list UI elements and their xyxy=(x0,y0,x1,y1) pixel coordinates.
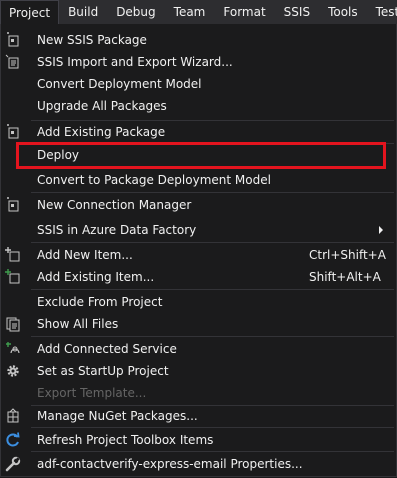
menubar-tools[interactable]: Tools xyxy=(319,0,367,24)
menu-item-label: Refresh Project Toolbox Items xyxy=(37,433,214,447)
menu-item-project-properties[interactable]: adf-contactverify-express-email Properti… xyxy=(1,453,396,475)
menu-item-label: Add New Item... xyxy=(37,248,133,262)
menu-separator xyxy=(31,192,394,193)
refresh-icon xyxy=(6,432,20,447)
project-dropdown-menu: New SSIS Package SSIS Import and Export … xyxy=(0,24,397,477)
menu-item-new-connection-manager[interactable]: New Connection Manager xyxy=(1,194,396,216)
show-all-files-icon xyxy=(6,317,20,332)
gear-icon xyxy=(7,365,19,377)
menu-item-label: Show All Files xyxy=(37,317,119,331)
deploy-highlight-box xyxy=(16,142,386,169)
menu-separator xyxy=(31,336,394,337)
menu-separator xyxy=(31,427,394,428)
menu-item-exclude-from-project[interactable]: Exclude From Project xyxy=(1,291,396,313)
connection-manager-icon xyxy=(7,197,19,212)
menu-item-label: Exclude From Project xyxy=(37,295,163,309)
menu-item-add-connected-service[interactable]: Add Connected Service xyxy=(1,338,396,360)
menu-separator xyxy=(31,289,394,290)
submenu-arrow-icon xyxy=(379,226,383,234)
menu-item-label: Add Connected Service xyxy=(37,342,177,356)
menubar-team[interactable]: Team xyxy=(165,0,215,24)
menu-item-label: Add Existing Item... xyxy=(37,270,155,284)
menu-separator xyxy=(31,242,394,243)
menubar-test[interactable]: Test xyxy=(367,0,397,24)
menubar-format[interactable]: Format xyxy=(214,0,274,24)
menu-item-refresh-project-toolbox-items[interactable]: Refresh Project Toolbox Items xyxy=(1,429,396,451)
ssis-package-icon xyxy=(7,32,19,47)
menu-item-add-existing-package[interactable]: Add Existing Package xyxy=(1,121,396,143)
menu-item-label: Manage NuGet Packages... xyxy=(37,409,198,423)
menu-item-label: SSIS in Azure Data Factory xyxy=(37,223,197,237)
menu-item-upgrade-all-packages[interactable]: Upgrade All Packages xyxy=(1,95,396,117)
menu-item-label: Add Existing Package xyxy=(37,125,166,139)
ssis-wizard-icon xyxy=(5,54,19,69)
menubar-project[interactable]: Project xyxy=(0,0,60,24)
menu-bar: Project Build Debug Team Format SSIS Too… xyxy=(0,0,397,24)
menu-item-convert-to-package-deployment-model[interactable]: Convert to Package Deployment Model xyxy=(1,169,396,191)
menubar-build[interactable]: Build xyxy=(59,0,107,24)
menu-item-label: New Connection Manager xyxy=(37,198,192,212)
menu-item-label: adf-contactverify-express-email Properti… xyxy=(37,457,303,471)
menu-item-manage-nuget-packages[interactable]: Manage NuGet Packages... xyxy=(1,405,396,427)
menu-item-label: Upgrade All Packages xyxy=(37,99,167,113)
menu-item-show-all-files[interactable]: Show All Files xyxy=(1,313,396,335)
menu-item-shortcut: Ctrl+Shift+A xyxy=(309,248,386,262)
add-existing-item-icon xyxy=(5,269,20,284)
menu-item-add-new-item[interactable]: Add New Item... Ctrl+Shift+A xyxy=(1,244,396,266)
menu-item-new-ssis-package[interactable]: New SSIS Package xyxy=(1,29,396,51)
connected-service-icon xyxy=(6,342,20,354)
menu-item-label: Convert Deployment Model xyxy=(37,77,202,91)
menu-item-set-as-startup-project[interactable]: Set as StartUp Project xyxy=(1,360,396,382)
menu-item-shortcut: Shift+Alt+A xyxy=(309,270,381,284)
menu-item-ssis-in-azure-data-factory[interactable]: SSIS in Azure Data Factory xyxy=(1,219,396,241)
wrench-icon xyxy=(5,456,21,472)
menu-item-convert-deployment-model[interactable]: Convert Deployment Model xyxy=(1,73,396,95)
add-new-item-icon xyxy=(5,247,20,262)
menu-item-export-template: Export Template... xyxy=(1,382,396,404)
ssis-package-icon xyxy=(7,124,19,139)
menu-item-label: SSIS Import and Export Wizard... xyxy=(37,55,233,69)
menubar-ssis[interactable]: SSIS xyxy=(275,0,319,24)
nuget-icon xyxy=(7,408,19,423)
menu-item-label: Export Template... xyxy=(37,386,147,400)
menu-item-ssis-import-export-wizard[interactable]: SSIS Import and Export Wizard... xyxy=(1,51,396,73)
menu-item-label: New SSIS Package xyxy=(37,33,147,47)
menu-separator xyxy=(31,451,394,452)
menu-item-add-existing-item[interactable]: Add Existing Item... Shift+Alt+A xyxy=(1,266,396,288)
menubar-debug[interactable]: Debug xyxy=(107,0,164,24)
menu-item-label: Set as StartUp Project xyxy=(37,364,169,378)
menu-item-label: Convert to Package Deployment Model xyxy=(37,173,271,187)
